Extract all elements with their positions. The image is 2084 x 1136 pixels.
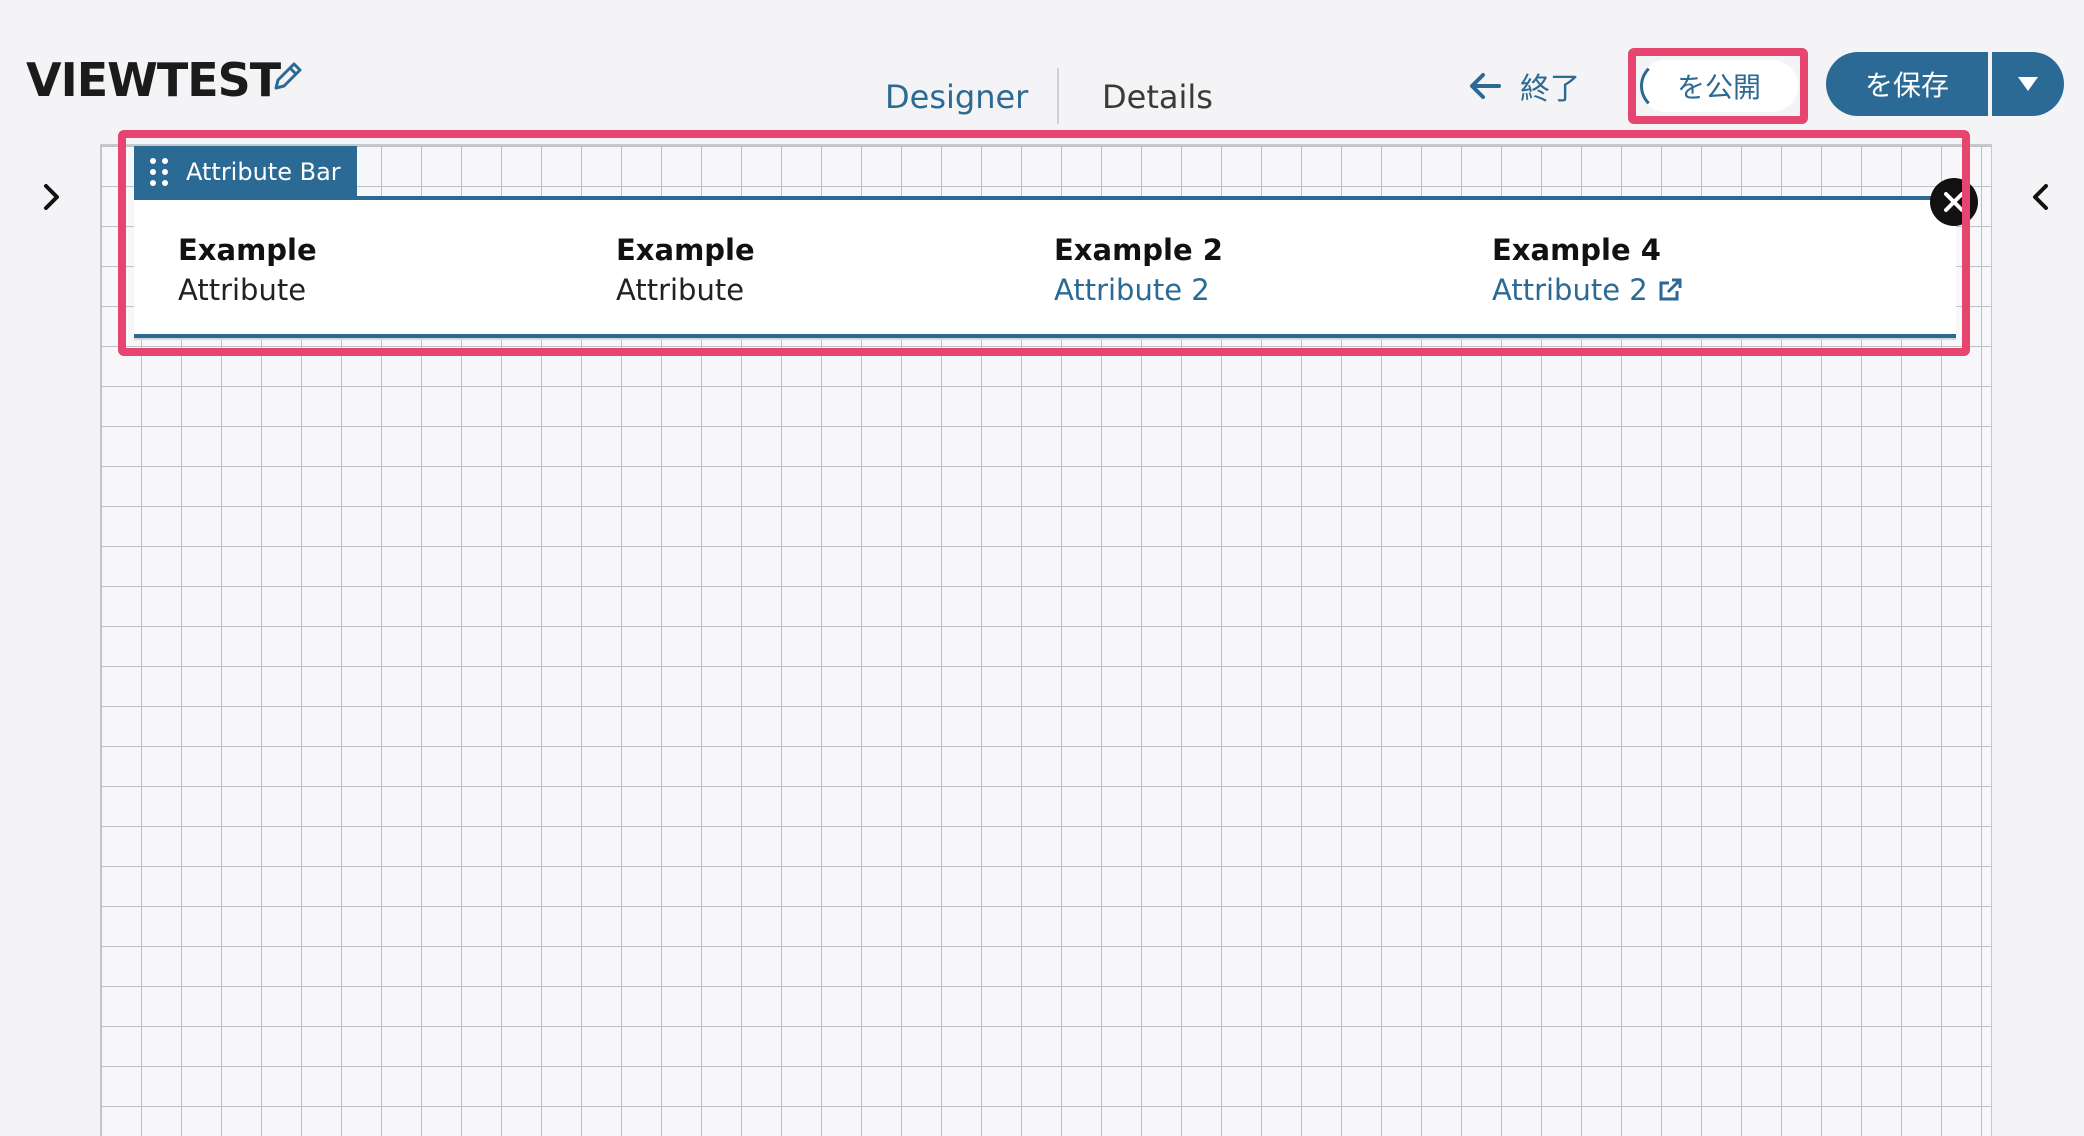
save-button[interactable]: を保存 [1826, 52, 1988, 116]
caret-down-icon [2018, 77, 2038, 91]
attribute-value: Attribute [178, 273, 307, 307]
close-icon[interactable] [1930, 178, 1978, 226]
attribute-item: Example Attribute [178, 230, 317, 310]
attribute-name: Example 2 [1054, 233, 1223, 267]
arrow-left-icon [1470, 73, 1501, 99]
save-options-button[interactable] [1992, 52, 2064, 116]
external-link-icon [1659, 278, 1682, 301]
tab-designer[interactable]: Designer [885, 70, 1028, 124]
attribute-link[interactable]: Attribute 2 [1492, 270, 1682, 310]
tab-details[interactable]: Details [1102, 70, 1213, 124]
drag-handle-icon [150, 158, 168, 186]
publish-button[interactable]: を公開 [1640, 60, 1798, 112]
save-label: を保存 [1864, 69, 1949, 102]
attribute-value: Attribute [616, 273, 745, 307]
widget-drag-tag[interactable]: Attribute Bar [134, 146, 357, 198]
tab-divider [1057, 68, 1059, 124]
attribute-link[interactable]: Attribute 2 [1054, 270, 1223, 310]
chevron-left-icon[interactable] [2026, 180, 2056, 214]
attribute-name: Example [178, 233, 317, 267]
publish-label: を公開 [1676, 71, 1761, 104]
widget-label: Attribute Bar [186, 158, 341, 186]
exit-label: 終了 [1520, 72, 1580, 107]
attribute-item: Example Attribute [616, 230, 755, 310]
page-title: VIEWTEST [26, 53, 281, 107]
attribute-name: Example 4 [1492, 233, 1661, 267]
attribute-link-text[interactable]: Attribute 2 [1054, 270, 1210, 310]
attribute-name: Example [616, 233, 755, 267]
attribute-link-text[interactable]: Attribute 2 [1492, 270, 1648, 310]
chevron-right-icon[interactable] [36, 180, 66, 214]
attribute-item: Example 2 Attribute 2 [1054, 230, 1223, 310]
app-header: VIEWTEST Designer Details 終了 を公開 を保存 [0, 0, 2084, 146]
attribute-item: Example 4 Attribute 2 [1492, 230, 1682, 310]
exit-button[interactable]: 終了 [1468, 60, 1580, 112]
pencil-icon[interactable] [268, 56, 308, 96]
publish-button-edge [1800, 70, 1808, 102]
attribute-bar[interactable]: Example Attribute Example Attribute Exam… [134, 196, 1956, 338]
